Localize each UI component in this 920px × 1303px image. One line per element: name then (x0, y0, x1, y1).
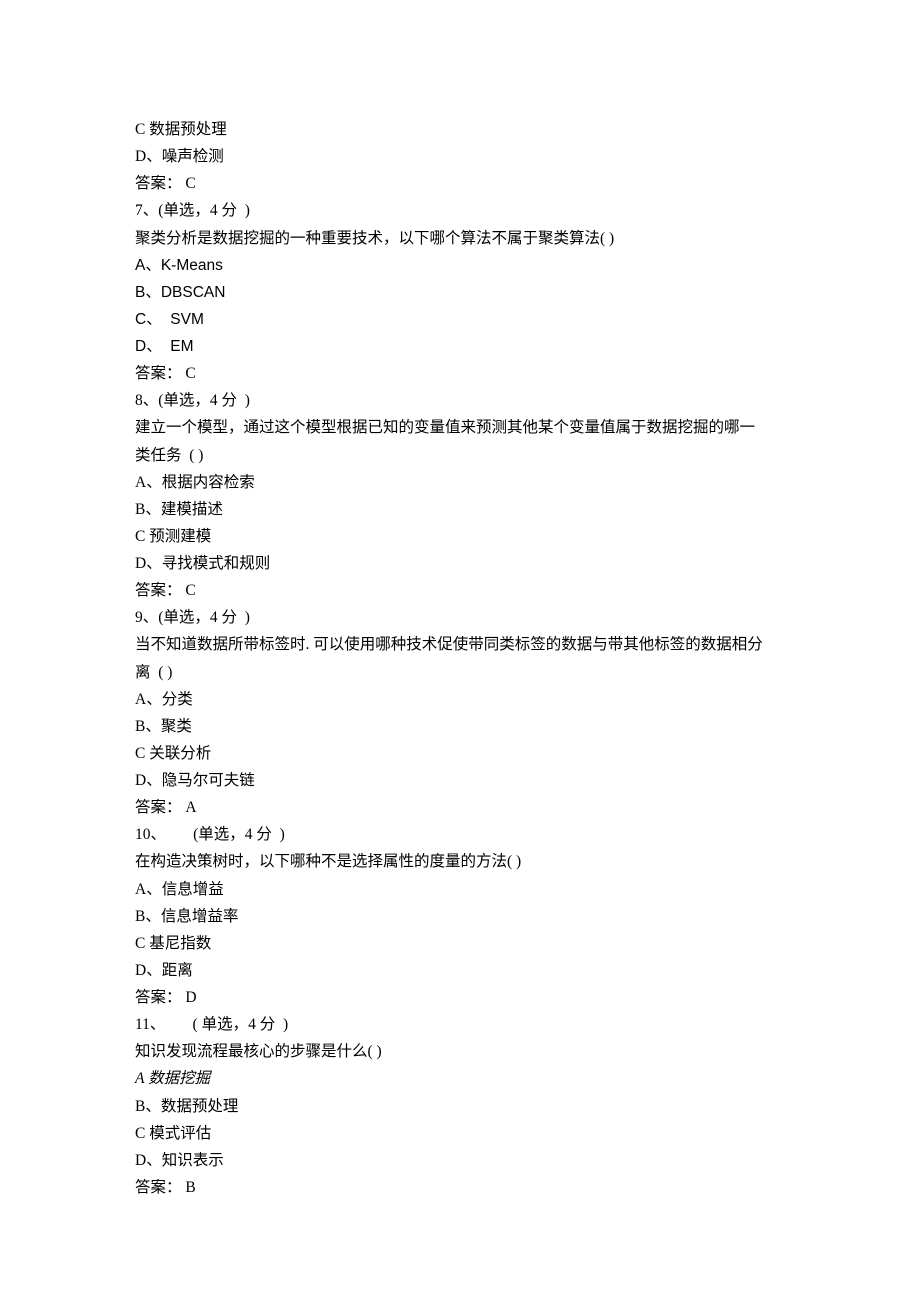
question-text: 在构造决策树时，以下哪种不是选择属性的度量的方法( ) (135, 848, 785, 875)
question-text: 建立一个模型，通过这个模型根据已知的变量值来预测其他某个变量值属于数据挖掘的哪一 (135, 414, 785, 441)
answer-line: 答案： D (135, 984, 785, 1011)
answer-line: 答案： C (135, 170, 785, 197)
option-d: D、隐马尔可夫链 (135, 767, 785, 794)
option-b: B、DBSCAN (135, 279, 785, 306)
question-header: 9、(单选，4 分 ) (135, 604, 785, 631)
option-d: D、知识表示 (135, 1147, 785, 1174)
option-b: B、信息增益率 (135, 903, 785, 930)
question-text: 知识发现流程最核心的步骤是什么( ) (135, 1038, 785, 1065)
document-page: C 数据预处理 D、噪声检测 答案： C 7、(单选，4 分 ) 聚类分析是数据… (0, 0, 920, 1261)
option-c: C 关联分析 (135, 740, 785, 767)
option-d: D、 EM (135, 333, 785, 360)
text-line: D、噪声检测 (135, 143, 785, 170)
option-c: C 预测建模 (135, 523, 785, 550)
text-line: C 数据预处理 (135, 116, 785, 143)
option-b: B、建模描述 (135, 496, 785, 523)
option-c: C、 SVM (135, 306, 785, 333)
question-text: 聚类分析是数据挖掘的一种重要技术，以下哪个算法不属于聚类算法( ) (135, 225, 785, 252)
option-d: D、距离 (135, 957, 785, 984)
option-c: C 模式评估 (135, 1120, 785, 1147)
question-header: 7、(单选，4 分 ) (135, 197, 785, 224)
option-a: A、分类 (135, 686, 785, 713)
option-b: B、聚类 (135, 713, 785, 740)
option-c: C 基尼指数 (135, 930, 785, 957)
option-a: A、信息增益 (135, 876, 785, 903)
question-text: 类任务 ( ) (135, 442, 785, 469)
answer-line: 答案： B (135, 1174, 785, 1201)
option-a: A、根据内容检索 (135, 469, 785, 496)
question-header: 11、 ( 单选，4 分 ) (135, 1011, 785, 1038)
question-header: 8、(单选，4 分 ) (135, 387, 785, 414)
option-a: A 数据挖掘 (135, 1065, 785, 1092)
answer-line: 答案： C (135, 577, 785, 604)
question-header: 10、 (单选，4 分 ) (135, 821, 785, 848)
answer-line: 答案： A (135, 794, 785, 821)
question-text: 当不知道数据所带标签时. 可以使用哪种技术促使带同类标签的数据与带其他标签的数据… (135, 631, 785, 658)
option-d: D、寻找模式和规则 (135, 550, 785, 577)
answer-line: 答案： C (135, 360, 785, 387)
option-a: A、K-Means (135, 252, 785, 279)
question-text: 离 ( ) (135, 659, 785, 686)
option-b: B、数据预处理 (135, 1093, 785, 1120)
